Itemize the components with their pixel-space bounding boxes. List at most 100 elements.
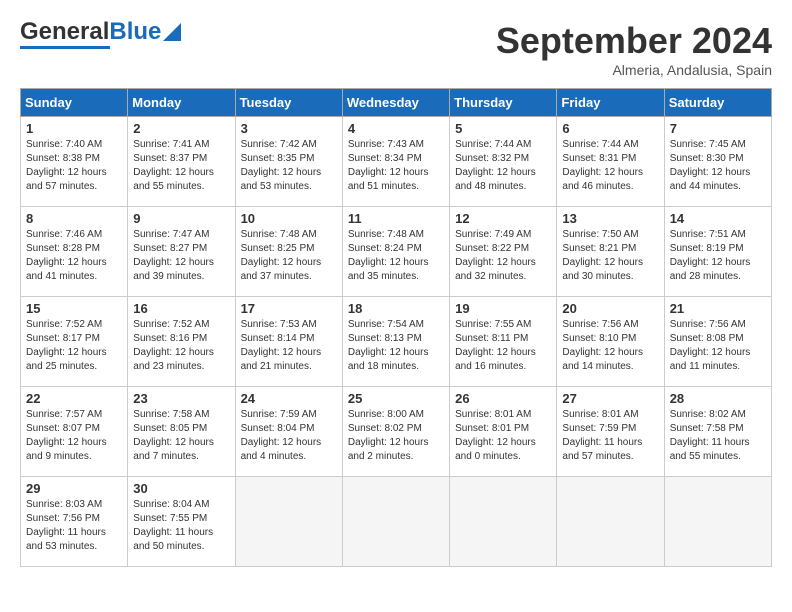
calendar-cell [664, 477, 771, 567]
calendar-cell: 6 Sunrise: 7:44 AM Sunset: 8:31 PM Daylig… [557, 117, 664, 207]
day-number: 14 [670, 211, 766, 226]
cell-details: Sunrise: 7:43 AM Sunset: 8:34 PM Dayligh… [348, 138, 444, 194]
calendar-cell: 14 Sunrise: 7:51 AM Sunset: 8:19 PM Dayli… [664, 207, 771, 297]
calendar-cell: 2 Sunrise: 7:41 AM Sunset: 8:37 PM Daylig… [128, 117, 235, 207]
col-wednesday: Wednesday [342, 89, 449, 117]
logo-general-text: General [20, 20, 109, 44]
calendar-cell: 22 Sunrise: 7:57 AM Sunset: 8:07 PM Dayli… [21, 387, 128, 477]
col-thursday: Thursday [450, 89, 557, 117]
day-number: 21 [670, 301, 766, 316]
cell-details: Sunrise: 7:51 AM Sunset: 8:19 PM Dayligh… [670, 228, 766, 284]
day-number: 9 [133, 211, 229, 226]
cell-details: Sunrise: 7:46 AM Sunset: 8:28 PM Dayligh… [26, 228, 122, 284]
calendar-cell: 17 Sunrise: 7:53 AM Sunset: 8:14 PM Dayli… [235, 297, 342, 387]
cell-details: Sunrise: 7:58 AM Sunset: 8:05 PM Dayligh… [133, 408, 229, 464]
day-number: 6 [562, 121, 658, 136]
header-row: Sunday Monday Tuesday Wednesday Thursday… [21, 89, 772, 117]
cell-details: Sunrise: 8:02 AM Sunset: 7:58 PM Dayligh… [670, 408, 766, 464]
calendar-cell: 15Sunrise: 7:52 AM Sunset: 8:17 PM Dayli… [21, 297, 128, 387]
cell-details: Sunrise: 7:42 AM Sunset: 8:35 PM Dayligh… [241, 138, 337, 194]
calendar-cell: 12 Sunrise: 7:49 AM Sunset: 8:22 PM Dayli… [450, 207, 557, 297]
logo: General Blue [20, 20, 181, 49]
day-number: 17 [241, 301, 337, 316]
day-number: 1 [26, 121, 122, 136]
day-number: 4 [348, 121, 444, 136]
day-number: 10 [241, 211, 337, 226]
col-tuesday: Tuesday [235, 89, 342, 117]
cell-details: Sunrise: 7:44 AM Sunset: 8:31 PM Dayligh… [562, 138, 658, 194]
calendar-cell: 8 Sunrise: 7:46 AM Sunset: 8:28 PM Daylig… [21, 207, 128, 297]
cell-details: Sunrise: 8:04 AM Sunset: 7:55 PM Dayligh… [133, 498, 229, 554]
location-subtitle: Almeria, Andalusia, Spain [496, 62, 772, 78]
day-number: 3 [241, 121, 337, 136]
col-sunday: Sunday [21, 89, 128, 117]
cell-details: Sunrise: 7:49 AM Sunset: 8:22 PM Dayligh… [455, 228, 551, 284]
cell-details: Sunrise: 7:47 AM Sunset: 8:27 PM Dayligh… [133, 228, 229, 284]
day-number: 25 [348, 391, 444, 406]
day-number: 12 [455, 211, 551, 226]
cell-details: Sunrise: 7:54 AM Sunset: 8:13 PM Dayligh… [348, 318, 444, 374]
col-saturday: Saturday [664, 89, 771, 117]
calendar-cell: 21Sunrise: 7:56 AM Sunset: 8:08 PM Dayli… [664, 297, 771, 387]
day-number: 24 [241, 391, 337, 406]
day-number: 2 [133, 121, 229, 136]
cell-details: Sunrise: 7:57 AM Sunset: 8:07 PM Dayligh… [26, 408, 122, 464]
calendar-cell: 29 Sunrise: 8:03 AM Sunset: 7:56 PM Dayli… [21, 477, 128, 567]
col-monday: Monday [128, 89, 235, 117]
day-number: 15 [26, 301, 122, 316]
day-number: 22 [26, 391, 122, 406]
calendar-cell: 13 Sunrise: 7:50 AM Sunset: 8:21 PM Dayli… [557, 207, 664, 297]
calendar-cell [235, 477, 342, 567]
cell-details: Sunrise: 8:01 AM Sunset: 7:59 PM Dayligh… [562, 408, 658, 464]
calendar-cell: 7Sunrise: 7:45 AM Sunset: 8:30 PM Daylig… [664, 117, 771, 207]
day-number: 27 [562, 391, 658, 406]
cell-details: Sunrise: 7:40 AM Sunset: 8:38 PM Dayligh… [26, 138, 122, 194]
day-number: 23 [133, 391, 229, 406]
calendar-week-row: 1 Sunrise: 7:40 AM Sunset: 8:38 PM Daylig… [21, 117, 772, 207]
day-number: 30 [133, 481, 229, 496]
calendar-cell: 26Sunrise: 8:01 AM Sunset: 8:01 PM Dayli… [450, 387, 557, 477]
calendar-table: Sunday Monday Tuesday Wednesday Thursday… [20, 88, 772, 567]
day-number: 13 [562, 211, 658, 226]
day-number: 7 [670, 121, 766, 136]
col-friday: Friday [557, 89, 664, 117]
cell-details: Sunrise: 7:48 AM Sunset: 8:24 PM Dayligh… [348, 228, 444, 284]
day-number: 5 [455, 121, 551, 136]
cell-details: Sunrise: 7:53 AM Sunset: 8:14 PM Dayligh… [241, 318, 337, 374]
calendar-week-row: 8 Sunrise: 7:46 AM Sunset: 8:28 PM Daylig… [21, 207, 772, 297]
calendar-week-row: 15Sunrise: 7:52 AM Sunset: 8:17 PM Dayli… [21, 297, 772, 387]
day-number: 29 [26, 481, 122, 496]
cell-details: Sunrise: 8:03 AM Sunset: 7:56 PM Dayligh… [26, 498, 122, 554]
calendar-cell: 4 Sunrise: 7:43 AM Sunset: 8:34 PM Daylig… [342, 117, 449, 207]
cell-details: Sunrise: 7:41 AM Sunset: 8:37 PM Dayligh… [133, 138, 229, 194]
calendar-cell [557, 477, 664, 567]
logo-blue-text: Blue [109, 20, 161, 44]
day-number: 8 [26, 211, 122, 226]
month-title: September 2024 [496, 20, 772, 62]
page-header: General Blue September 2024 Almeria, And… [20, 20, 772, 78]
day-number: 20 [562, 301, 658, 316]
cell-details: Sunrise: 8:00 AM Sunset: 8:02 PM Dayligh… [348, 408, 444, 464]
title-section: September 2024 Almeria, Andalusia, Spain [496, 20, 772, 78]
calendar-week-row: 22 Sunrise: 7:57 AM Sunset: 8:07 PM Dayli… [21, 387, 772, 477]
cell-details: Sunrise: 7:50 AM Sunset: 8:21 PM Dayligh… [562, 228, 658, 284]
calendar-cell: 24 Sunrise: 7:59 AM Sunset: 8:04 PM Dayli… [235, 387, 342, 477]
day-number: 11 [348, 211, 444, 226]
calendar-cell [342, 477, 449, 567]
calendar-cell: 9 Sunrise: 7:47 AM Sunset: 8:27 PM Daylig… [128, 207, 235, 297]
calendar-cell: 19Sunrise: 7:55 AM Sunset: 8:11 PM Dayli… [450, 297, 557, 387]
calendar-cell: 28 Sunrise: 8:02 AM Sunset: 7:58 PM Dayli… [664, 387, 771, 477]
calendar-week-row: 29 Sunrise: 8:03 AM Sunset: 7:56 PM Dayli… [21, 477, 772, 567]
calendar-cell: 20Sunrise: 7:56 AM Sunset: 8:10 PM Dayli… [557, 297, 664, 387]
cell-details: Sunrise: 8:01 AM Sunset: 8:01 PM Dayligh… [455, 408, 551, 464]
cell-details: Sunrise: 7:44 AM Sunset: 8:32 PM Dayligh… [455, 138, 551, 194]
calendar-cell: 5 Sunrise: 7:44 AM Sunset: 8:32 PM Daylig… [450, 117, 557, 207]
calendar-cell: 1 Sunrise: 7:40 AM Sunset: 8:38 PM Daylig… [21, 117, 128, 207]
cell-details: Sunrise: 7:59 AM Sunset: 8:04 PM Dayligh… [241, 408, 337, 464]
calendar-cell: 23 Sunrise: 7:58 AM Sunset: 8:05 PM Dayli… [128, 387, 235, 477]
logo-arrow-icon [163, 23, 181, 41]
day-number: 28 [670, 391, 766, 406]
calendar-cell: 25 Sunrise: 8:00 AM Sunset: 8:02 PM Dayli… [342, 387, 449, 477]
calendar-cell: 3 Sunrise: 7:42 AM Sunset: 8:35 PM Daylig… [235, 117, 342, 207]
calendar-cell: 16Sunrise: 7:52 AM Sunset: 8:16 PM Dayli… [128, 297, 235, 387]
